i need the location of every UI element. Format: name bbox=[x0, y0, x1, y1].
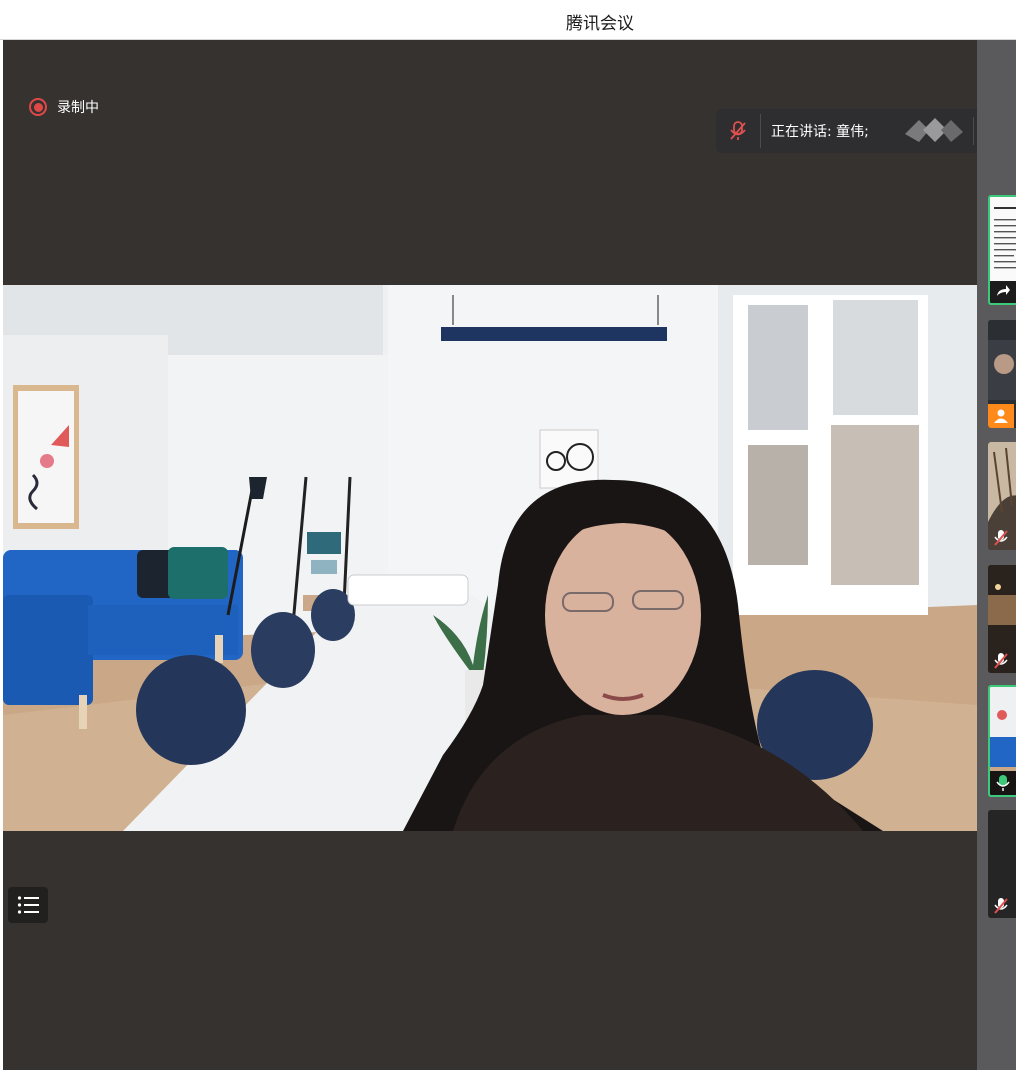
main-video-stage[interactable]: 录制中 bbox=[3, 40, 977, 1070]
speaking-mic-button[interactable] bbox=[716, 109, 760, 153]
mic-muted-icon bbox=[994, 898, 1008, 914]
divider bbox=[760, 114, 761, 148]
participant-thumbnail[interactable] bbox=[988, 320, 1016, 428]
participant-thumbnail[interactable] bbox=[988, 195, 1016, 305]
share-badge bbox=[990, 279, 1016, 303]
speaker-video-frame bbox=[3, 285, 977, 831]
list-icon bbox=[17, 896, 39, 914]
window-title: 腾讯会议 bbox=[566, 14, 634, 34]
participant-thumbnail-strip[interactable] bbox=[977, 40, 1016, 1070]
participant-list-button[interactable] bbox=[8, 887, 48, 923]
mic-muted-icon bbox=[994, 653, 1008, 669]
mic-muted-icon bbox=[730, 121, 746, 140]
participant-thumbnail[interactable] bbox=[988, 685, 1016, 797]
share-arrow-icon bbox=[997, 285, 1010, 296]
title-bar: 腾讯会议 bbox=[0, 0, 1016, 40]
participant-thumbnail[interactable] bbox=[988, 810, 1016, 918]
mute-badge bbox=[988, 894, 1014, 918]
record-icon bbox=[29, 98, 47, 116]
mic-icon bbox=[996, 775, 1010, 791]
tencent-meeting-logo-icon bbox=[905, 118, 963, 142]
mute-badge bbox=[988, 526, 1014, 550]
mute-badge bbox=[988, 649, 1014, 673]
speaking-indicator-panel: 正在讲话: 童伟; bbox=[716, 109, 1016, 153]
speaker-video bbox=[3, 285, 977, 831]
speaking-label: 正在讲话: 童伟; bbox=[771, 124, 869, 140]
participant-thumbnail[interactable] bbox=[988, 442, 1016, 550]
person-icon bbox=[994, 409, 1008, 423]
participant-thumbnail[interactable] bbox=[988, 565, 1016, 673]
avatar-badge bbox=[988, 404, 1014, 428]
recording-label: 录制中 bbox=[57, 100, 99, 116]
mic-muted-icon bbox=[994, 530, 1008, 546]
speaking-badge bbox=[990, 771, 1016, 795]
recording-indicator: 录制中 bbox=[29, 97, 99, 117]
